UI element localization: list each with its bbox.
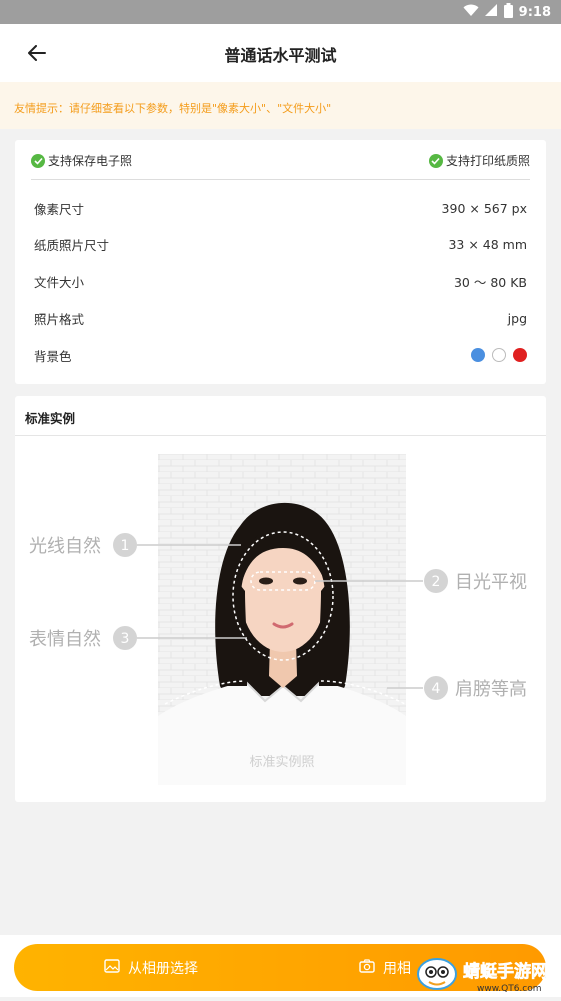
annotation-number: 2 <box>432 574 441 590</box>
annotation-number: 3 <box>121 631 130 647</box>
params-card: 支持保存电子照 支持打印纸质照 像素尺寸 390 × 567 px 纸质照片尺寸… <box>15 140 546 384</box>
param-value: 30 ～ 80 KB <box>453 274 527 290</box>
param-value: jpg <box>507 310 527 326</box>
watermark-site: www.QT6.com <box>477 984 542 994</box>
support-row: 支持保存电子照 支持打印纸质照 <box>31 152 530 180</box>
bg-color-red[interactable] <box>513 348 527 362</box>
annotation-label: 肩膀等高 <box>455 679 527 700</box>
annotation-label: 表情自然 <box>29 629 101 650</box>
camera-icon <box>359 958 375 977</box>
annotation-number: 4 <box>432 681 441 697</box>
param-label: 像素尺寸 <box>34 201 85 217</box>
site-watermark: 蜻蜓手游网 www.QT6.com <box>415 950 561 997</box>
support-save-badge: 支持保存电子照 <box>31 152 132 169</box>
camera-label: 用相 <box>383 960 411 977</box>
album-select-button[interactable]: 从相册选择 <box>104 944 198 991</box>
sample-photo-svg: 1 光线自然 2 目光平视 3 表情自然 4 肩膀等高 标准实例照 <box>29 454 527 785</box>
tip-text: 友情提示：请仔细查看以下参数，特别是"像素大小"、"文件大小" <box>14 102 332 115</box>
dragonfly-logo-icon <box>417 958 457 990</box>
bg-color-blue[interactable] <box>471 348 485 362</box>
check-icon <box>428 153 443 168</box>
sample-card: 标准实例 1 光线自然 2 目光平视 3 表情自然 4 肩膀等高 标准实例照 <box>15 396 546 802</box>
param-row-file-size: 文件大小 30 ～ 80 KB <box>34 271 527 291</box>
sample-photo-caption: 标准实例照 <box>249 755 314 770</box>
sample-illustration: 1 光线自然 2 目光平视 3 表情自然 4 肩膀等高 标准实例照 <box>15 436 546 802</box>
annotation-label: 目光平视 <box>455 572 527 593</box>
wifi-icon <box>463 4 479 21</box>
param-row-pixel: 像素尺寸 390 × 567 px <box>34 198 527 218</box>
status-icons: 9:18 <box>463 2 551 22</box>
param-row-format: 照片格式 jpg <box>34 308 527 328</box>
param-label: 纸质照片尺寸 <box>34 237 110 253</box>
annotation-number: 1 <box>121 538 130 554</box>
param-row-bg-color: 背景色 <box>34 345 527 365</box>
app-header: 普通话水平测试 <box>0 24 561 82</box>
tip-banner: 友情提示：请仔细查看以下参数，特别是"像素大小"、"文件大小" <box>0 82 561 129</box>
annotation-label: 光线自然 <box>29 536 101 557</box>
sample-title: 标准实例 <box>15 396 546 436</box>
status-time: 9:18 <box>518 4 551 20</box>
album-select-label: 从相册选择 <box>128 960 198 977</box>
gallery-icon <box>104 958 120 977</box>
status-bar: 9:18 <box>0 0 561 24</box>
camera-button[interactable]: 用相 <box>359 944 411 991</box>
param-value: 390 × 567 px <box>441 200 527 216</box>
param-label: 照片格式 <box>34 311 85 327</box>
battery-icon <box>503 2 513 22</box>
support-save-label: 支持保存电子照 <box>48 154 133 168</box>
check-icon <box>31 153 45 168</box>
param-row-print-size: 纸质照片尺寸 33 × 48 mm <box>34 234 527 254</box>
watermark-brand: 蜻蜓手游网 <box>463 961 548 982</box>
page-title: 普通话水平测试 <box>224 46 337 65</box>
signal-icon <box>484 3 498 21</box>
param-label: 背景色 <box>34 348 72 364</box>
support-print-label: 支持打印纸质照 <box>445 154 530 168</box>
param-label: 文件大小 <box>34 274 85 290</box>
bg-color-options <box>471 348 527 362</box>
support-print-badge: 支持打印纸质照 <box>428 152 530 169</box>
bg-color-white[interactable] <box>492 348 506 362</box>
param-value: 33 × 48 mm <box>448 236 527 252</box>
